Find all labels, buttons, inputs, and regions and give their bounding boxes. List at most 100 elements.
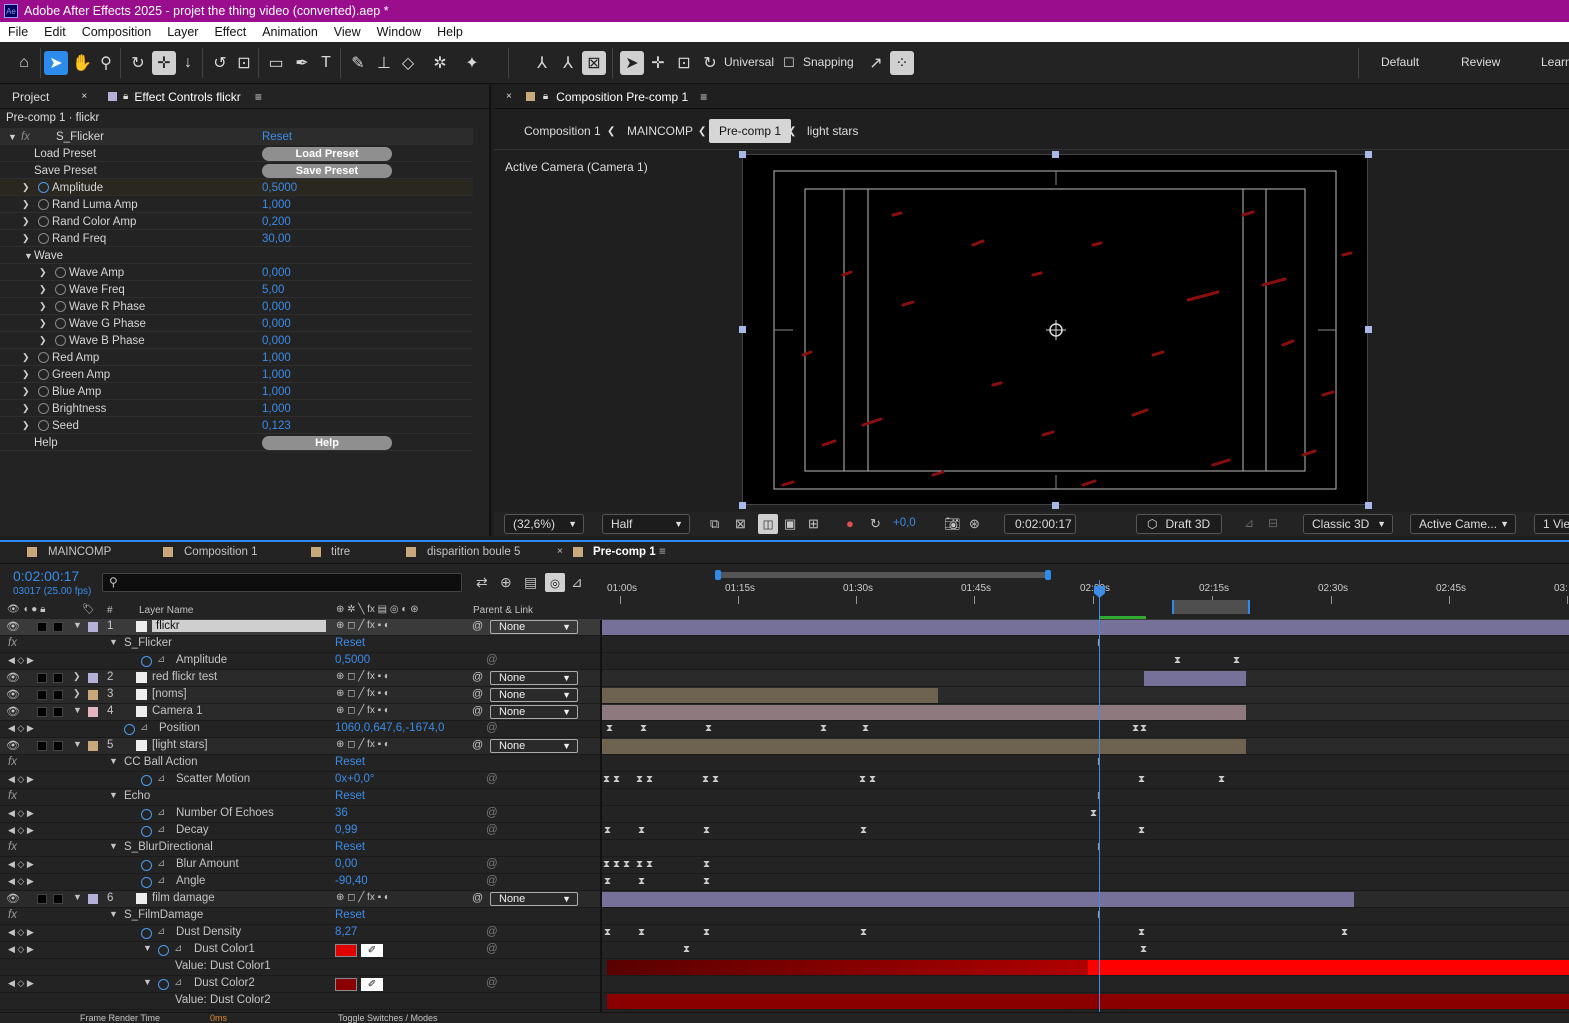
move-gizmo-icon[interactable]: ✛ (646, 51, 670, 75)
solo-checkbox[interactable] (37, 741, 47, 751)
layer-label-color[interactable] (88, 894, 98, 904)
lock-checkbox[interactable] (53, 622, 63, 632)
table-row[interactable]: ◀ ◇ ▶ ⊿ Number Of Echoes 36 @ ⧗ (0, 806, 1569, 823)
tab-pre-comp-1[interactable]: Pre-comp 1 (593, 546, 656, 558)
keyframe-icon[interactable]: ⧗ (603, 774, 610, 785)
selection-handle[interactable] (739, 151, 746, 158)
scale-gizmo-icon[interactable]: ⊡ (672, 51, 696, 75)
graph-icon[interactable]: ⊿ (157, 654, 165, 665)
exposure-value[interactable]: +0,0 (893, 517, 916, 529)
effect-header[interactable]: ▼ fx S_Flicker Reset (0, 128, 473, 145)
3d-ground-plane-icon[interactable]: ⊿ (1244, 516, 1254, 530)
layer-switches[interactable]: ⊕ ◻ ╱ fx ▪ ◐ (336, 688, 390, 699)
keyframe-icon[interactable]: ⧗ (646, 774, 653, 785)
chevron-right-icon[interactable]: ❯ (22, 403, 30, 414)
keyframe-icon[interactable]: ⧗ (1138, 825, 1145, 836)
breadcrumb-composition-1[interactable]: Composition 1 (524, 119, 601, 143)
eyedropper-icon[interactable]: ✐ (361, 978, 383, 991)
stopwatch-icon[interactable] (55, 301, 66, 312)
visibility-eye-icon[interactable]: 👁︎ (6, 739, 20, 752)
expression-icon[interactable]: @ (486, 926, 498, 938)
selection-handle[interactable] (739, 326, 746, 333)
region-of-interest-icon[interactable]: ▣ (784, 516, 796, 532)
chevron-down-icon[interactable]: ❯ (73, 671, 81, 682)
column-parent[interactable]: Parent & Link (473, 605, 533, 616)
extended-viewer-icon[interactable]: ⊟ (1268, 516, 1278, 530)
visibility-eye-icon[interactable]: 👁︎ (6, 705, 20, 718)
keyframe-icon[interactable]: ⧗ (613, 859, 620, 870)
fx-icon[interactable]: fx (8, 756, 17, 768)
table-row[interactable]: 👁︎ ❯ 2 red flickr test ⊕ ◻ ╱ fx ▪ ◐ @ No… (0, 670, 1569, 687)
layer-switches[interactable]: ⊕ ◻ ╱ fx ▪ ◐ (336, 705, 390, 716)
brush-tool-icon[interactable]: ✎ (346, 51, 370, 75)
snap-grid-icon[interactable]: ⁘ (890, 51, 914, 75)
snapping-label[interactable]: Snapping (803, 55, 854, 69)
stopwatch-icon[interactable] (55, 267, 66, 278)
table-row[interactable]: fx ▼ CC Ball Action ResetI (0, 755, 1569, 772)
stopwatch-icon[interactable] (38, 420, 49, 431)
param-value[interactable]: 0,000 (262, 318, 291, 330)
selection-handle[interactable] (1052, 502, 1059, 509)
eyedropper-icon[interactable]: ✐ (361, 944, 383, 957)
keyframe-navigator-icon[interactable]: ◀ ◇ ▶ (8, 808, 34, 819)
motion-blur-icon[interactable]: ◎ (545, 573, 565, 592)
table-row[interactable]: ◀ ◇ ▶ ▼ ⊿ Dust Color2 ✐ @ (0, 976, 1569, 993)
keyframe-navigator-icon[interactable]: ◀ ◇ ▶ (8, 978, 34, 989)
eraser-tool-icon[interactable]: ◇ (396, 51, 420, 75)
save-preset-button[interactable]: Save Preset (262, 163, 392, 178)
chevron-down-icon[interactable]: ▼ (24, 251, 33, 261)
keyframe-icon[interactable]: ⧗ (860, 927, 867, 938)
chevron-down-icon[interactable]: ❯ (73, 688, 81, 699)
menu-file[interactable]: File (0, 25, 36, 39)
expression-icon[interactable]: @ (486, 977, 498, 989)
composition-viewer[interactable] (742, 154, 1368, 505)
work-area-bar[interactable] (717, 572, 1050, 578)
fast-previews-icon[interactable]: ⧉ (710, 516, 719, 532)
dolly-camera-icon[interactable]: ↓ (176, 51, 200, 75)
view-layout-dropdown[interactable]: 1 Vie (1534, 514, 1569, 534)
layer-label-color[interactable] (88, 690, 98, 700)
effect-reset[interactable]: Reset (335, 637, 365, 649)
puppet-pin-icon[interactable]: ✦ (460, 51, 484, 75)
effect-reset[interactable]: Reset (335, 841, 365, 853)
selection-handle[interactable] (1052, 151, 1059, 158)
layer-duration-bar[interactable] (602, 688, 938, 703)
layer-name[interactable]: film damage (152, 892, 215, 904)
table-row[interactable]: ◀ ◇ ▶ ⊿ Scatter Motion 0x+0,0° @ ⧗ ⧗ ⧗ ⧗ ⧗ ⧗ ⧗ ⧗… (0, 772, 1569, 789)
stopwatch-icon[interactable] (38, 216, 49, 227)
workspace-review[interactable]: Review (1461, 55, 1500, 69)
expression-icon[interactable]: @ (486, 807, 498, 819)
chevron-down-icon[interactable]: ▼ (73, 620, 82, 630)
chevron-down-icon[interactable]: ▼ (109, 790, 118, 800)
keyframe-icon[interactable]: ⧗ (636, 774, 643, 785)
chevron-down-icon[interactable]: ▼ (143, 943, 152, 953)
keyframe-icon[interactable]: ⧗ (604, 825, 611, 836)
close-icon[interactable]: × (557, 546, 563, 557)
graph-icon[interactable]: ⊿ (140, 722, 148, 733)
color-swatch[interactable] (335, 944, 357, 957)
keyframe-icon[interactable]: ⧗ (683, 944, 690, 955)
pan-behind-icon[interactable]: ⊡ (232, 51, 256, 75)
stopwatch-icon[interactable] (38, 182, 49, 193)
keyframe-navigator-icon[interactable]: ◀ ◇ ▶ (8, 944, 34, 955)
keyframe-icon[interactable]: ⧗ (1138, 774, 1145, 785)
param-row[interactable]: ❯ Wave R Phase 0,000 (0, 298, 473, 315)
rectangle-tool-icon[interactable]: ▭ (264, 51, 288, 75)
load-preset-button[interactable]: Load Preset (262, 146, 392, 161)
snapping-checkbox-icon[interactable]: ☐ (777, 51, 801, 75)
layer-label-color[interactable] (88, 707, 98, 717)
parent-dropdown[interactable]: None ▼ (490, 620, 578, 634)
solo-checkbox[interactable] (37, 673, 47, 683)
layer-duration-bar[interactable] (1144, 671, 1246, 686)
layer-name[interactable]: flickr (152, 620, 326, 632)
table-row[interactable]: ◀ ◇ ▶ ⊿ Amplitude 0,5000 @ ⧗ ⧗ (0, 653, 1569, 670)
chevron-right-icon[interactable]: ❯ (22, 420, 30, 431)
lock-icon[interactable]: 🔒︎ (543, 91, 548, 102)
stopwatch-icon[interactable] (55, 318, 66, 329)
lock-checkbox[interactable] (53, 673, 63, 683)
workspace-default[interactable]: Default (1381, 55, 1419, 69)
menu-composition[interactable]: Composition (74, 25, 159, 39)
chevron-right-icon[interactable]: ❯ (39, 301, 47, 312)
graph-icon[interactable]: ⊿ (157, 807, 165, 818)
table-row[interactable]: fx ▼ S_BlurDirectional ResetI (0, 840, 1569, 857)
